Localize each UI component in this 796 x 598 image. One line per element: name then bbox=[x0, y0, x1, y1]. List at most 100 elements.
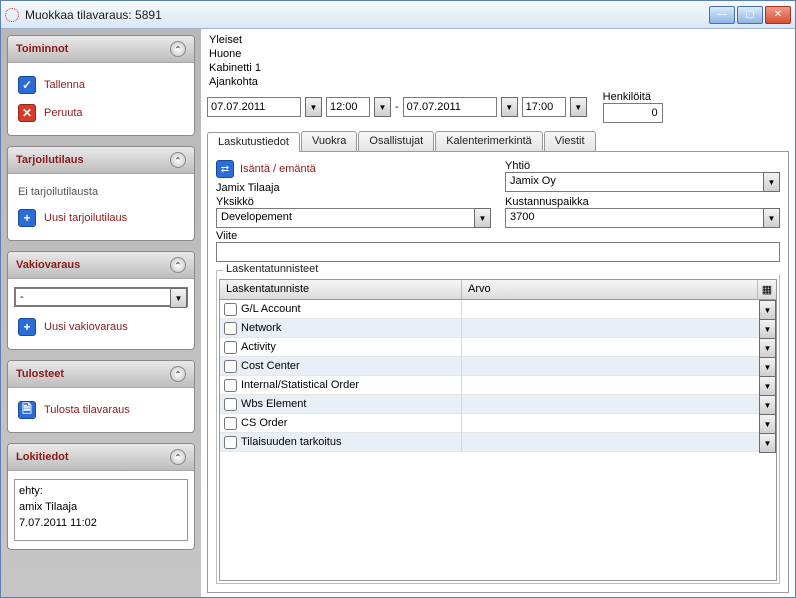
plus-icon: + bbox=[18, 209, 36, 227]
log-line: amix Tilaaja bbox=[19, 500, 183, 516]
panel-lokitiedot: Lokitiedot ⌃ ehty: amix Tilaaja 7.07.201… bbox=[7, 443, 195, 550]
costcenter-select-value: 3700 bbox=[505, 208, 763, 228]
chevron-up-icon: ⌃ bbox=[170, 41, 186, 57]
chevron-down-icon[interactable]: ▼ bbox=[759, 433, 776, 453]
chevron-down-icon[interactable]: ▼ bbox=[759, 395, 776, 415]
col-arvo[interactable]: Arvo bbox=[462, 280, 758, 299]
unit-select-value: Developement bbox=[216, 208, 474, 228]
table-row[interactable]: Network ▼ bbox=[220, 319, 776, 338]
identifiers-grid: Laskentatunniste Arvo ▦ G/L Account ▼ Ne… bbox=[219, 279, 777, 581]
tab-bar: Laskutustiedot Vuokra Osallistujat Kalen… bbox=[207, 131, 789, 152]
row-value bbox=[462, 433, 759, 451]
persons-label: Henkilöitä bbox=[603, 91, 663, 103]
chevron-down-icon[interactable]: ▼ bbox=[759, 338, 776, 358]
company-select[interactable]: Jamix Oy ▼ bbox=[505, 172, 780, 192]
start-date-picker-button[interactable]: ▼ bbox=[305, 97, 322, 117]
vakiovaraus-select[interactable]: - ▼ bbox=[14, 287, 188, 307]
tab-laskutustiedot[interactable]: Laskutustiedot bbox=[207, 132, 300, 152]
row-checkbox[interactable] bbox=[224, 398, 237, 411]
tabpage-laskutustiedot: ⇄ Isäntä / emäntä Jamix Tilaaja Yhtiö Ja… bbox=[207, 152, 789, 593]
row-name: Activity bbox=[241, 341, 276, 353]
chevron-down-icon[interactable]: ▼ bbox=[759, 376, 776, 396]
tab-vuokra[interactable]: Vuokra bbox=[301, 131, 357, 151]
row-name: Cost Center bbox=[241, 360, 300, 372]
panel-header-tarjoilutilaus[interactable]: Tarjoilutilaus ⌃ bbox=[8, 147, 194, 174]
persons-input[interactable] bbox=[603, 103, 663, 123]
table-row[interactable]: Tilaisuuden tarkoitus ▼ bbox=[220, 433, 776, 452]
host-link-label: Isäntä / emäntä bbox=[240, 163, 316, 175]
grid-options-icon[interactable]: ▦ bbox=[758, 280, 776, 299]
end-date-input[interactable] bbox=[403, 97, 497, 117]
sidebar: Toiminnot ⌃ ✓ Tallenna ✕ Peruuta Tarj bbox=[1, 29, 201, 597]
print-reservation-button[interactable]: 🗎 Tulosta tilavaraus bbox=[14, 396, 188, 424]
tab-viestit[interactable]: Viestit bbox=[544, 131, 596, 151]
new-catering-button[interactable]: + Uusi tarjoilutilaus bbox=[14, 204, 188, 232]
table-row[interactable]: Cost Center ▼ bbox=[220, 357, 776, 376]
panel-header-toiminnot[interactable]: Toiminnot ⌃ bbox=[8, 36, 194, 63]
chevron-down-icon: ▼ bbox=[763, 172, 780, 192]
document-icon: 🗎 bbox=[18, 401, 36, 419]
chevron-down-icon[interactable]: ▼ bbox=[759, 414, 776, 434]
row-checkbox[interactable] bbox=[224, 379, 237, 392]
row-checkbox[interactable] bbox=[224, 341, 237, 354]
row-checkbox[interactable] bbox=[224, 417, 237, 430]
end-time-picker-button[interactable]: ▼ bbox=[570, 97, 587, 117]
save-label: Tallenna bbox=[44, 79, 85, 91]
start-time-picker-button[interactable]: ▼ bbox=[374, 97, 391, 117]
unit-label: Yksikkö bbox=[216, 196, 491, 208]
log-line: 7.07.2011 11:02 bbox=[19, 516, 183, 532]
catering-status: Ei tarjoilutilausta bbox=[14, 182, 188, 204]
panel-header-lokitiedot[interactable]: Lokitiedot ⌃ bbox=[8, 444, 194, 471]
tab-osallistujat[interactable]: Osallistujat bbox=[358, 131, 434, 151]
table-row[interactable]: G/L Account ▼ bbox=[220, 300, 776, 319]
save-button[interactable]: ✓ Tallenna bbox=[14, 71, 188, 99]
reference-input[interactable] bbox=[216, 242, 780, 262]
plus-icon: + bbox=[18, 318, 36, 336]
group-laskentatunnisteet: Laskentatunnisteet Laskentatunniste Arvo… bbox=[216, 270, 780, 584]
row-name: Internal/Statistical Order bbox=[241, 379, 359, 391]
cancel-button[interactable]: ✕ Peruuta bbox=[14, 99, 188, 127]
unit-select[interactable]: Developement ▼ bbox=[216, 208, 491, 228]
cross-icon: ✕ bbox=[18, 104, 36, 122]
host-link[interactable]: ⇄ Isäntä / emäntä bbox=[216, 160, 491, 178]
minimize-button[interactable]: — bbox=[709, 6, 735, 24]
panel-header-vakiovaraus[interactable]: Vakiovaraus ⌃ bbox=[8, 252, 194, 279]
chevron-down-icon[interactable]: ▼ bbox=[759, 300, 776, 320]
new-catering-label: Uusi tarjoilutilaus bbox=[44, 212, 127, 224]
chevron-down-icon[interactable]: ▼ bbox=[759, 357, 776, 377]
table-row[interactable]: CS Order ▼ bbox=[220, 414, 776, 433]
col-laskentatunniste[interactable]: Laskentatunniste bbox=[220, 280, 462, 299]
start-time-input[interactable] bbox=[326, 97, 370, 117]
end-date-picker-button[interactable]: ▼ bbox=[501, 97, 518, 117]
titlebar: Muokkaa tilavaraus: 5891 — ▢ ✕ bbox=[1, 1, 795, 29]
log-textbox[interactable]: ehty: amix Tilaaja 7.07.2011 11:02 bbox=[14, 479, 188, 541]
end-time-input[interactable] bbox=[522, 97, 566, 117]
panel-tarjoilutilaus: Tarjoilutilaus ⌃ Ei tarjoilutilausta + U… bbox=[7, 146, 195, 241]
row-checkbox[interactable] bbox=[224, 360, 237, 373]
table-row[interactable]: Internal/Statistical Order ▼ bbox=[220, 376, 776, 395]
chevron-up-icon: ⌃ bbox=[170, 366, 186, 382]
chevron-down-icon[interactable]: ▼ bbox=[759, 319, 776, 339]
start-date-input[interactable] bbox=[207, 97, 301, 117]
reference-label: Viite bbox=[216, 230, 780, 242]
row-checkbox[interactable] bbox=[224, 322, 237, 335]
room-value: Kabinetti 1 bbox=[207, 61, 789, 75]
panel-title: Tulosteet bbox=[16, 368, 64, 380]
table-row[interactable]: Wbs Element ▼ bbox=[220, 395, 776, 414]
panel-header-tulosteet[interactable]: Tulosteet ⌃ bbox=[8, 361, 194, 388]
row-checkbox[interactable] bbox=[224, 436, 237, 449]
new-vakiovaraus-label: Uusi vakiovaraus bbox=[44, 321, 128, 333]
table-row[interactable]: Activity ▼ bbox=[220, 338, 776, 357]
print-label: Tulosta tilavaraus bbox=[44, 404, 130, 416]
group-title: Laskentatunnisteet bbox=[223, 263, 781, 275]
tab-kalenterimerkinta[interactable]: Kalenterimerkintä bbox=[435, 131, 543, 151]
row-name: Tilaisuuden tarkoitus bbox=[241, 436, 341, 448]
panel-toiminnot: Toiminnot ⌃ ✓ Tallenna ✕ Peruuta bbox=[7, 35, 195, 136]
new-vakiovaraus-button[interactable]: + Uusi vakiovaraus bbox=[14, 313, 188, 341]
heading-huone: Huone bbox=[207, 47, 789, 61]
costcenter-select[interactable]: 3700 ▼ bbox=[505, 208, 780, 228]
close-button[interactable]: ✕ bbox=[765, 6, 791, 24]
row-checkbox[interactable] bbox=[224, 303, 237, 316]
company-label: Yhtiö bbox=[505, 160, 780, 172]
maximize-button[interactable]: ▢ bbox=[737, 6, 763, 24]
